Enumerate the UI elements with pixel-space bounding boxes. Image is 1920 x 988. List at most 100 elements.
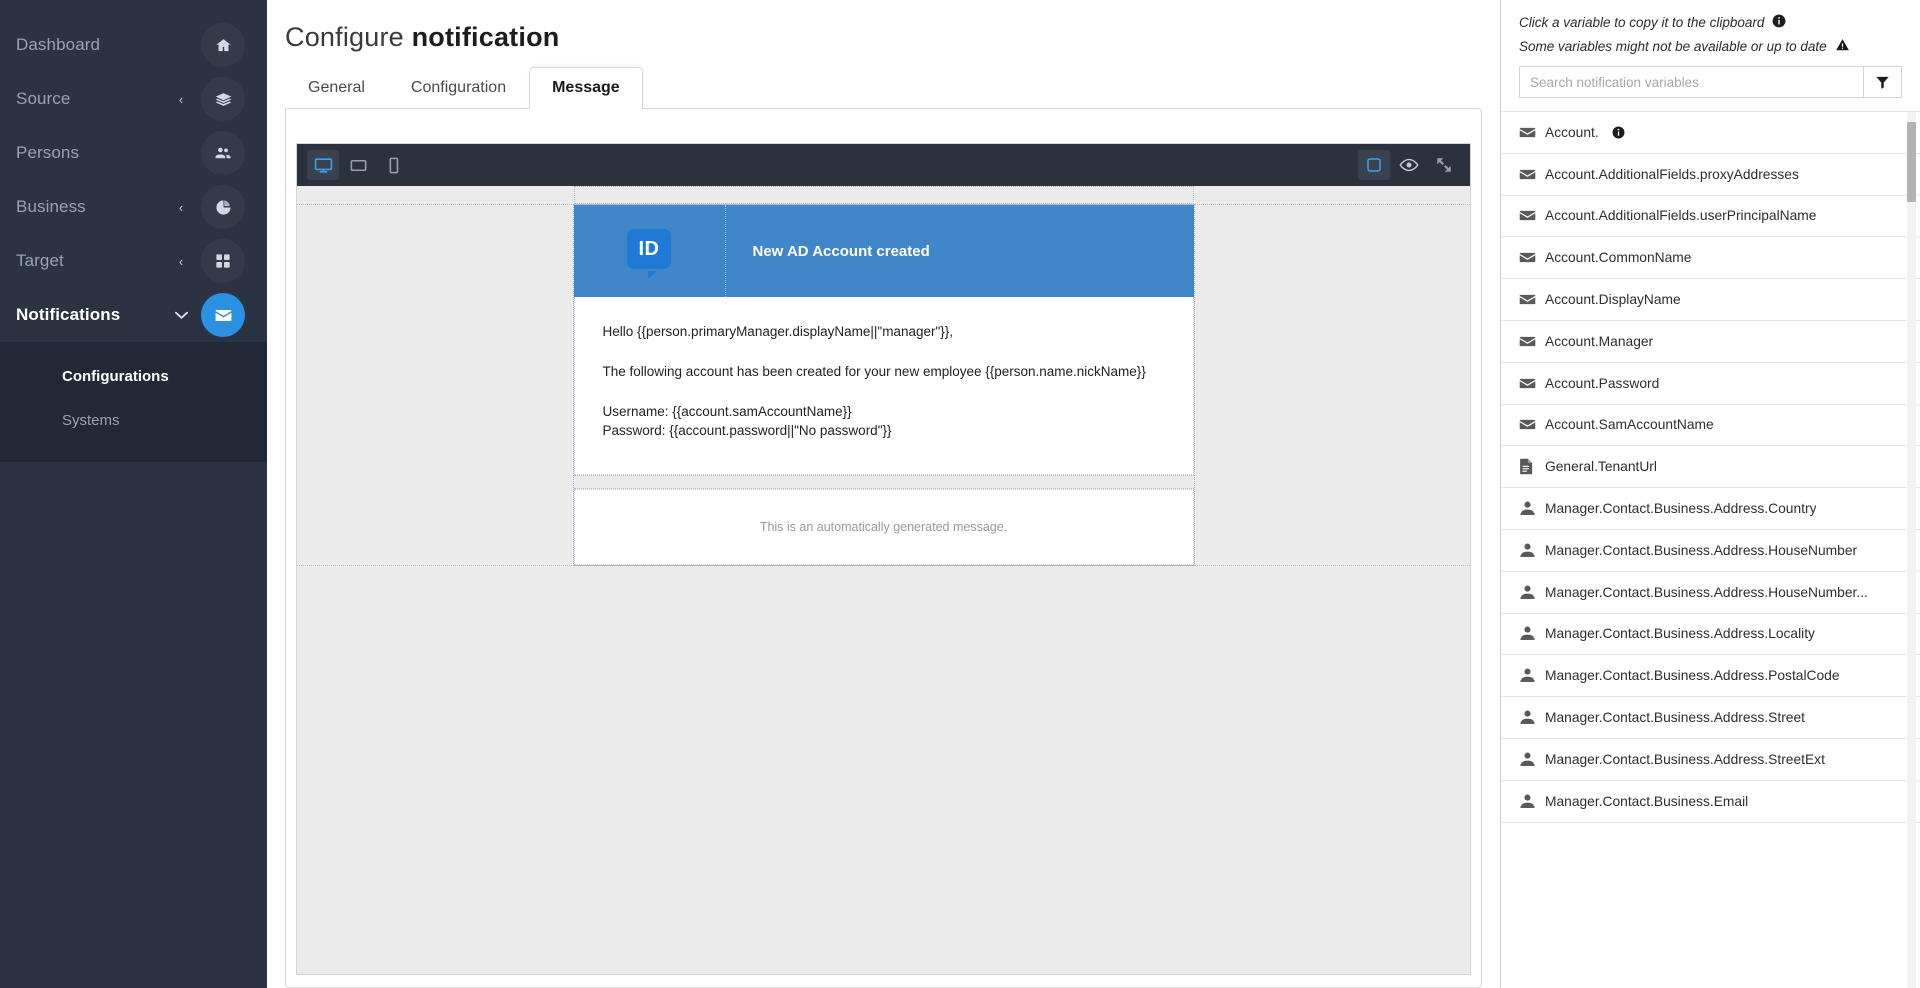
- email-body-line-3: Username: {{account.samAccountName}}: [602, 404, 852, 420]
- sidebar-item-label: Persons: [16, 143, 80, 162]
- envelope-icon: [1519, 333, 1545, 350]
- canvas-row-empty-top[interactable]: [297, 186, 1470, 205]
- editor-actions-group: [1358, 150, 1460, 180]
- variable-list-item-label: Manager.Contact.Business.Address.Localit…: [1545, 626, 1815, 642]
- variable-list-item[interactable]: Manager.Contact.Business.Address.Localit…: [1501, 613, 1920, 656]
- envelope-icon: [1519, 375, 1545, 392]
- email-canvas[interactable]: ID New AD Account created Hello {{person…: [297, 186, 1470, 974]
- sidebar-item-business[interactable]: Business ‹: [0, 180, 267, 234]
- variable-list-item-label: Account.CommonName: [1545, 250, 1692, 266]
- users-icon: [201, 131, 245, 175]
- desktop-view-icon[interactable]: [307, 150, 339, 180]
- tab-panel-message: ID New AD Account created Hello {{person…: [285, 108, 1482, 988]
- sidebar-subnav: Configurations Systems: [0, 342, 267, 462]
- sidebar-item-label: Business: [16, 197, 86, 216]
- sidebar-item-persons[interactable]: Persons: [0, 126, 267, 180]
- variable-list-item[interactable]: Manager.Contact.Business.Address.Street: [1501, 697, 1920, 739]
- person-icon: [1519, 793, 1545, 810]
- email-header-title: New AD Account created: [752, 242, 930, 260]
- tab-configuration[interactable]: Configuration: [388, 67, 529, 109]
- variable-list-item-label: Account.SamAccountName: [1545, 417, 1714, 433]
- variables-hint-primary-text: Click a variable to copy it to the clipb…: [1519, 15, 1765, 30]
- email-footer[interactable]: This is an automatically generated messa…: [573, 489, 1194, 565]
- tab-general[interactable]: General: [285, 67, 388, 109]
- main-content: Configure notification General Configura…: [267, 0, 1500, 988]
- variable-list-item[interactable]: Manager.Contact.Business.Email: [1501, 780, 1920, 823]
- variable-list-item[interactable]: Manager.Contact.Business.Address.HouseNu…: [1501, 571, 1920, 614]
- variable-list-item[interactable]: Account.DisplayName: [1501, 279, 1920, 321]
- sidebar-item-dashboard[interactable]: Dashboard: [0, 18, 267, 72]
- person-icon: [1519, 709, 1545, 726]
- tablet-view-icon[interactable]: [342, 150, 374, 180]
- variable-list-item[interactable]: Account.Manager: [1501, 320, 1920, 363]
- variable-list-item[interactable]: Account.: [1501, 112, 1920, 154]
- id-logo-text: ID: [627, 229, 671, 269]
- variables-list[interactable]: Account. Account.AdditionalFields.proxyAd…: [1501, 111, 1920, 988]
- id-logo-icon: ID: [627, 229, 671, 279]
- variable-list-item[interactable]: Manager.Contact.Business.Address.Country: [1501, 488, 1920, 530]
- variable-list-item-label: Account.Password: [1545, 375, 1660, 391]
- search-input[interactable]: [1520, 67, 1863, 97]
- chevron-left-icon: ‹: [178, 91, 184, 107]
- sidebar-item-label: Dashboard: [16, 35, 101, 54]
- id-logo-tail: [648, 271, 657, 279]
- variable-list-item[interactable]: Account.CommonName: [1501, 237, 1920, 280]
- document-icon: [1519, 458, 1545, 475]
- email-editor: ID New AD Account created Hello {{person…: [296, 143, 1471, 975]
- sidebar-nav: Dashboard Source ‹ Persons Business ‹ Ta…: [0, 0, 267, 342]
- variable-list-item-label: Manager.Contact.Business.Address.PostalC…: [1545, 668, 1840, 684]
- variables-panel: Click a variable to copy it to the clipb…: [1500, 0, 1920, 988]
- variable-list-item-label: Manager.Contact.Business.Address.StreetE…: [1545, 751, 1825, 767]
- home-icon: [201, 23, 245, 67]
- sidebar-item-notifications[interactable]: Notifications: [0, 288, 267, 342]
- variables-hint-primary: Click a variable to copy it to the clipb…: [1519, 14, 1902, 31]
- variables-hint-secondary-text: Some variables might not be available or…: [1519, 39, 1827, 54]
- envelope-icon: [201, 293, 245, 337]
- person-icon: [1519, 542, 1545, 559]
- preview-eye-icon[interactable]: [1393, 150, 1425, 180]
- email-footer-text: This is an automatically generated messa…: [759, 520, 1008, 534]
- envelope-icon: [1519, 124, 1545, 141]
- variable-list-item[interactable]: Account.AdditionalFields.userPrincipalNa…: [1501, 195, 1920, 238]
- variable-list-item[interactable]: Account.SamAccountName: [1501, 404, 1920, 447]
- mobile-view-icon[interactable]: [377, 150, 409, 180]
- person-icon: [1519, 667, 1545, 684]
- variable-list-item[interactable]: Account.AdditionalFields.proxyAddresses: [1501, 153, 1920, 196]
- sidebar-item-label: Notifications: [16, 305, 121, 324]
- variables-scrollbar[interactable]: ▲: [1907, 112, 1916, 988]
- variable-list-item-label: Account.: [1545, 125, 1625, 140]
- tab-message[interactable]: Message: [529, 67, 643, 109]
- email-divider-row: [573, 475, 1194, 489]
- variable-list-item[interactable]: Manager.Contact.Business.Address.PostalC…: [1501, 655, 1920, 698]
- variable-list-item[interactable]: Account.Password: [1501, 362, 1920, 405]
- email-block[interactable]: ID New AD Account created Hello {{person…: [572, 204, 1195, 566]
- search-field-wrapper: [1519, 66, 1902, 98]
- sidebar-subitem-label: Configurations: [62, 367, 169, 385]
- variable-list-item[interactable]: Manager.Contact.Business.Address.HouseNu…: [1501, 529, 1920, 572]
- variable-info-icon[interactable]: [1612, 126, 1625, 139]
- canvas-row-email: ID New AD Account created Hello {{person…: [297, 204, 1470, 566]
- warning-icon[interactable]: [1835, 38, 1850, 55]
- scroll-up-arrow-icon[interactable]: ▲: [1907, 111, 1916, 112]
- envelope-icon: [1519, 166, 1545, 183]
- email-body[interactable]: Hello {{person.primaryManager.displayNam…: [573, 297, 1194, 475]
- variable-list-item-label: Account.Manager: [1545, 333, 1654, 349]
- sidebar-item-source[interactable]: Source ‹: [0, 72, 267, 126]
- filter-icon[interactable]: [1863, 67, 1901, 97]
- variable-list-item-label: Manager.Contact.Business.Address.HouseNu…: [1545, 584, 1868, 600]
- sidebar-item-target[interactable]: Target ‹: [0, 234, 267, 288]
- scrollbar-thumb[interactable]: [1907, 122, 1916, 202]
- select-region-icon[interactable]: [1358, 150, 1390, 180]
- sidebar-item-label: Target: [16, 251, 64, 270]
- info-icon[interactable]: [1772, 14, 1786, 31]
- sidebar-subitem-configurations[interactable]: Configurations: [0, 354, 267, 398]
- grid-icon: [201, 239, 245, 283]
- variable-list-item[interactable]: Manager.Contact.Business.Address.StreetE…: [1501, 738, 1920, 781]
- fullscreen-icon[interactable]: [1428, 150, 1460, 180]
- sidebar-subitem-systems[interactable]: Systems: [0, 398, 267, 442]
- pie-icon: [201, 185, 245, 229]
- variable-list-item[interactable]: General.TenantUrl: [1501, 446, 1920, 489]
- email-header[interactable]: ID New AD Account created: [573, 205, 1194, 297]
- empty-block-placeholder[interactable]: [573, 186, 1194, 204]
- page-title-prefix: Configure: [285, 22, 412, 52]
